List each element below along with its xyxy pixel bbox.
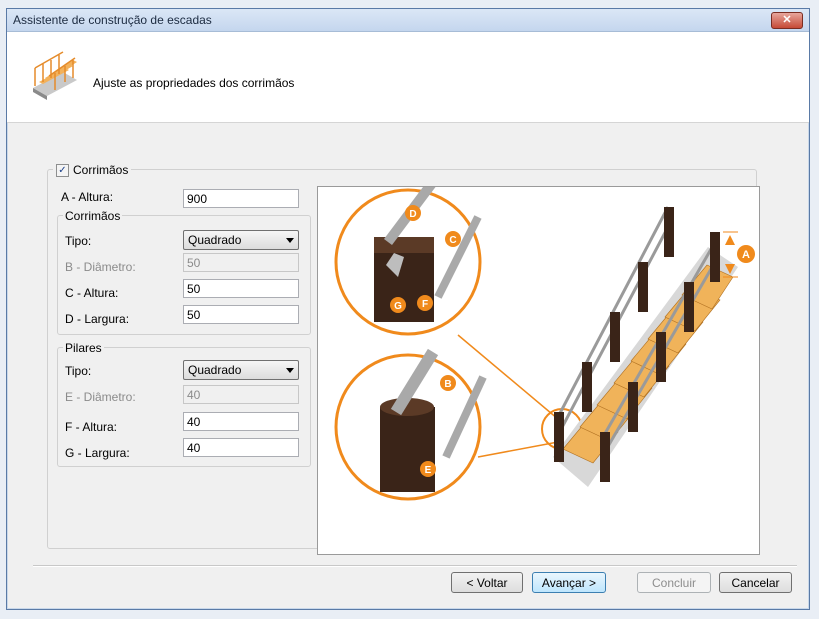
marker-b: B <box>444 379 451 390</box>
marker-g: G <box>394 301 402 312</box>
marker-e: E <box>425 465 432 476</box>
rail-type-select[interactable]: Quadrado <box>183 230 299 250</box>
post-type-value: Quadrado <box>188 363 242 377</box>
marker-f: F <box>422 299 428 310</box>
footer-separator <box>33 565 797 567</box>
marker-c: C <box>449 235 456 246</box>
post-height-input[interactable]: 40 <box>183 412 299 431</box>
rail-diameter-label: B - Diâmetro: <box>65 260 136 274</box>
staircase-diagram: A D C G F B E <box>334 179 755 501</box>
rail-type-label: Tipo: <box>65 234 92 248</box>
preview-image: A D C G F B E <box>317 179 760 555</box>
chevron-down-icon <box>286 368 294 373</box>
post-width-label: G - Largura: <box>65 446 130 460</box>
rail-diameter-input: 50 <box>183 253 299 272</box>
handrail-checkbox-row[interactable]: ✓ Corrimãos <box>53 163 132 177</box>
post-width-input[interactable]: 40 <box>183 438 299 457</box>
rail-type-value: Quadrado <box>188 233 242 247</box>
rail-width-input[interactable]: 50 <box>183 305 299 324</box>
rail-height-input[interactable]: 50 <box>183 279 299 298</box>
finish-button: Concluir <box>637 572 711 593</box>
post-height-label: F - Altura: <box>65 420 118 434</box>
post-type-select[interactable]: Quadrado <box>183 360 299 380</box>
post-type-label: Tipo: <box>65 364 92 378</box>
chevron-down-icon <box>286 238 294 243</box>
back-button[interactable]: < Voltar <box>451 572 523 593</box>
next-button[interactable]: Avançar > <box>532 572 606 593</box>
post-subgroup-title: Pilares <box>63 341 104 355</box>
marker-d: D <box>409 209 416 220</box>
rail-height-label: C - Altura: <box>65 286 119 300</box>
cancel-button[interactable]: Cancelar <box>719 572 792 593</box>
wizard-window: Assistente de construção de escadas ✕ Aj… <box>6 8 810 610</box>
post-diameter-input: 40 <box>183 385 299 404</box>
rail-subgroup-title: Corrimãos <box>63 209 123 223</box>
handrail-checkbox[interactable]: ✓ <box>56 163 69 177</box>
handrail-checkbox-label: Corrimãos <box>73 163 129 177</box>
height-a-input[interactable]: 900 <box>183 189 299 208</box>
height-a-label: A - Altura: <box>61 190 114 204</box>
rail-width-label: D - Largura: <box>65 312 130 326</box>
content-area: ✓ Corrimãos A - Altura: 900 Corrimãos Ti… <box>1 1 819 619</box>
post-diameter-label: E - Diâmetro: <box>65 390 136 404</box>
marker-a: A <box>742 249 750 261</box>
